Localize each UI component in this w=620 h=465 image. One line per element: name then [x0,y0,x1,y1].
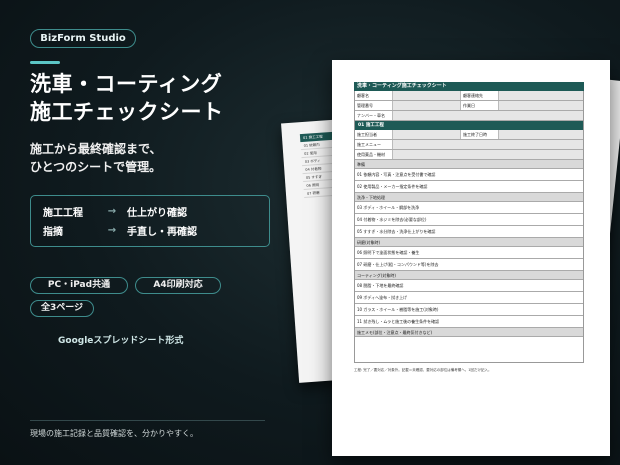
arrow-right-icon: → [107,225,117,236]
info-key: 顧客連絡先 [461,91,499,100]
check-item: 10 ガラス・ホイール・樹脂等を施工(対象時) [355,304,583,316]
workflow-result: 仕上がり確認 [127,208,187,219]
info-row: 管理番号 作業日 [355,101,583,111]
work-row: 施工メニュー [355,140,583,150]
footer-divider [30,420,265,421]
info-value [499,91,583,100]
check-item: 11 拭き残し・ムラと施工後の養生条件を確認 [355,316,583,328]
info-value [393,101,461,110]
checksheet-preview: 洗車・コーティング施工チェックシート 顧客名 顧客連絡先 管理番号 作業日 ナン… [332,60,610,456]
work-row: 施工担当者 施工終了日時 [355,130,583,140]
workflow-result: 手直し・再確認 [127,227,197,238]
promo-canvas: BizForm Studio 洗車・コーティング 施工チェックシート 施工から最… [0,0,620,465]
work-value [499,130,583,139]
feature-pill-pc-ipad: PC・iPad共通 [30,277,128,294]
work-row: 使用薬品・機材 [355,150,583,160]
footer-text: 現場の施工記録と品質確認を、分かりやすく。 [30,429,198,438]
arrow-right-icon: → [107,206,117,217]
work-value [393,140,583,149]
work-value [393,150,583,159]
section-header: 01 施工工程 [355,121,583,130]
check-item: 06 照明下で塗面状態を確認・養生 [355,247,583,259]
category-header: 洗浄・下地処理 [355,193,583,202]
page-title: 洗車・コーティング 施工チェックシート [30,70,290,126]
info-key: 顧客名 [355,91,393,100]
work-value [393,130,461,139]
category-header: コーティング(対象時) [355,271,583,280]
sheet-footnote: 工程: 完了／要対応／対象外。記載＝未確認、要対応の部位は備考欄へ。1回だけ記入… [354,368,492,372]
info-key: ナンバー・車名 [355,111,393,120]
subtitle-line-1: 施工から最終確認まで、 [30,142,162,156]
info-key: 作業日 [461,101,499,110]
check-item: 08 脱脂・下地を最終確認 [355,280,583,292]
check-item: 07 研磨・仕上げ(粗・コンパウンド等)を除去 [355,259,583,271]
workflow-label: 施工工程 [43,208,83,219]
info-value [393,111,583,120]
feature-pill-a4: A4印刷対応 [135,277,221,294]
category-header: 準備 [355,160,583,169]
brand-badge: BizForm Studio [30,29,136,48]
sheet-grid: 顧客名 顧客連絡先 管理番号 作業日 ナンバー・車名 01 施工工程 施工担当者… [354,91,584,363]
work-key: 施工メニュー [355,140,393,149]
title-line-2: 施工チェックシート [30,100,224,124]
check-item: 01 依頼内容・写真・注意点を受付書で確認 [355,169,583,181]
plate-row: ナンバー・車名 [355,111,583,121]
subtitle-line-2: ひとつのシートで管理。 [30,160,162,174]
work-key: 施工終了日時 [461,130,499,139]
check-item: 09 ボディへ塗布・拭き上げ [355,292,583,304]
check-item: 02 使用製品・メーカー指定条件を確認 [355,181,583,193]
format-note: Googleスプレッドシート形式 [58,336,184,346]
sheet-title: 洗車・コーティング施工チェックシート [354,82,584,91]
workflow-label: 指摘 [43,227,63,238]
subtitle: 施工から最終確認まで、 ひとつのシートで管理。 [30,140,290,176]
check-item: 04 付着物・水ジミを除去(必要な部位) [355,214,583,226]
workflow-box: 施工工程 → 仕上がり確認 指摘 → 手直し・再確認 [30,195,270,247]
memo-header: 施工メモ(部位・注意点・最終気付きなど) [355,328,583,337]
feature-pill-pages: 全3ページ [30,300,94,317]
work-key: 施工担当者 [355,130,393,139]
info-value [499,101,583,110]
work-key: 使用薬品・機材 [355,150,393,159]
accent-line [30,61,60,64]
workflow-row: 指摘 → 手直し・再確認 [43,221,257,240]
category-header: 研磨(対象時) [355,238,583,247]
info-value [393,91,461,100]
memo-box [355,337,583,363]
check-item: 05 すすぎ・水分除去・洗浄仕上がりを確認 [355,226,583,238]
info-row: 顧客名 顧客連絡先 [355,91,583,101]
workflow-row: 施工工程 → 仕上がり確認 [43,202,257,221]
title-line-1: 洗車・コーティング [30,72,223,96]
check-item: 03 ボディ・ホイール・鋼部を洗浄 [355,202,583,214]
info-key: 管理番号 [355,101,393,110]
